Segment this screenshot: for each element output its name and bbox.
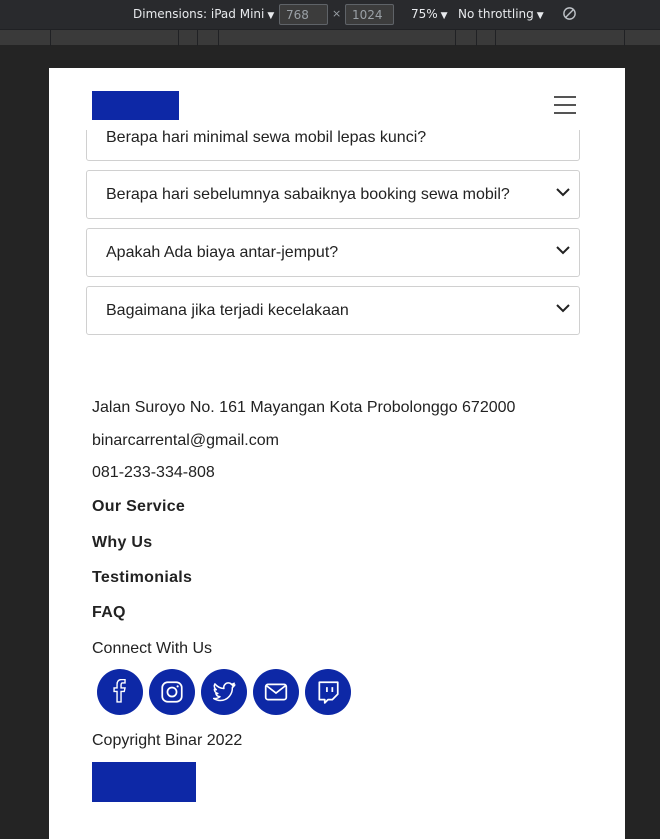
facebook-icon[interactable]: [97, 669, 143, 715]
footer-link-faq[interactable]: FAQ: [92, 604, 126, 622]
navbar: [49, 68, 625, 130]
device-select[interactable]: Dimensions: iPad Mini ▼: [133, 7, 274, 21]
chevron-down-icon: [556, 188, 570, 197]
chevron-down-icon: [556, 246, 570, 255]
zoom-select[interactable]: 75% ▼: [411, 7, 448, 21]
device-select-label: Dimensions: iPad Mini: [133, 7, 265, 21]
throttle-label: No throttling: [458, 7, 534, 21]
copyright: Copyright Binar 2022: [92, 732, 243, 749]
footer-email: binarcarrental@gmail.com: [92, 432, 279, 449]
faq-question: Bagaimana jika terjadi kecelakaan: [106, 302, 349, 319]
faq-question: Berapa hari sebelumnya sabaiknya booking…: [106, 186, 510, 203]
zoom-label: 75%: [411, 7, 438, 21]
twitter-icon[interactable]: [201, 669, 247, 715]
throttle-select[interactable]: No throttling ▼: [458, 7, 544, 21]
mail-icon[interactable]: [253, 669, 299, 715]
footer-link-why-us[interactable]: Why Us: [92, 534, 152, 552]
footer-logo: [92, 762, 196, 802]
faq-question: Apakah Ada biaya antar-jemput?: [106, 244, 339, 261]
faq-question: Berapa hari minimal sewa mobil lepas kun…: [106, 129, 427, 146]
footer-address: Jalan Suroyo No. 161 Mayangan Kota Probo…: [92, 399, 516, 416]
footer-phone: 081-233-334-808: [92, 464, 215, 481]
caret-down-icon: ▼: [440, 11, 448, 21]
logo[interactable]: [92, 91, 179, 120]
footer-link-testimonials[interactable]: Testimonials: [92, 569, 192, 587]
connect-label: Connect With Us: [92, 640, 213, 657]
footer-link-our-service[interactable]: Our Service: [92, 498, 185, 516]
times-sign: ×: [332, 7, 342, 20]
twitch-icon[interactable]: [305, 669, 351, 715]
instagram-icon[interactable]: [149, 669, 195, 715]
faq-item[interactable]: Apakah Ada biaya antar-jemput?: [86, 228, 580, 277]
caret-down-icon: ▼: [536, 11, 544, 21]
faq-item[interactable]: Berapa hari sebelumnya sabaiknya booking…: [86, 170, 580, 219]
chevron-down-icon: [556, 304, 570, 313]
menu-icon[interactable]: [554, 96, 576, 114]
width-input[interactable]: 768: [279, 4, 328, 25]
rotate-icon[interactable]: [562, 6, 577, 21]
device-viewport: Berapa hari minimal sewa mobil lepas kun…: [49, 68, 625, 839]
caret-down-icon: ▼: [267, 11, 275, 21]
height-input[interactable]: 1024: [345, 4, 394, 25]
devtools-toolbar: Dimensions: iPad Mini ▼ 768 × 1024 75% ▼ N…: [0, 0, 660, 29]
faq-item[interactable]: Bagaimana jika terjadi kecelakaan: [86, 286, 580, 335]
media-query-ruler: [0, 29, 660, 46]
